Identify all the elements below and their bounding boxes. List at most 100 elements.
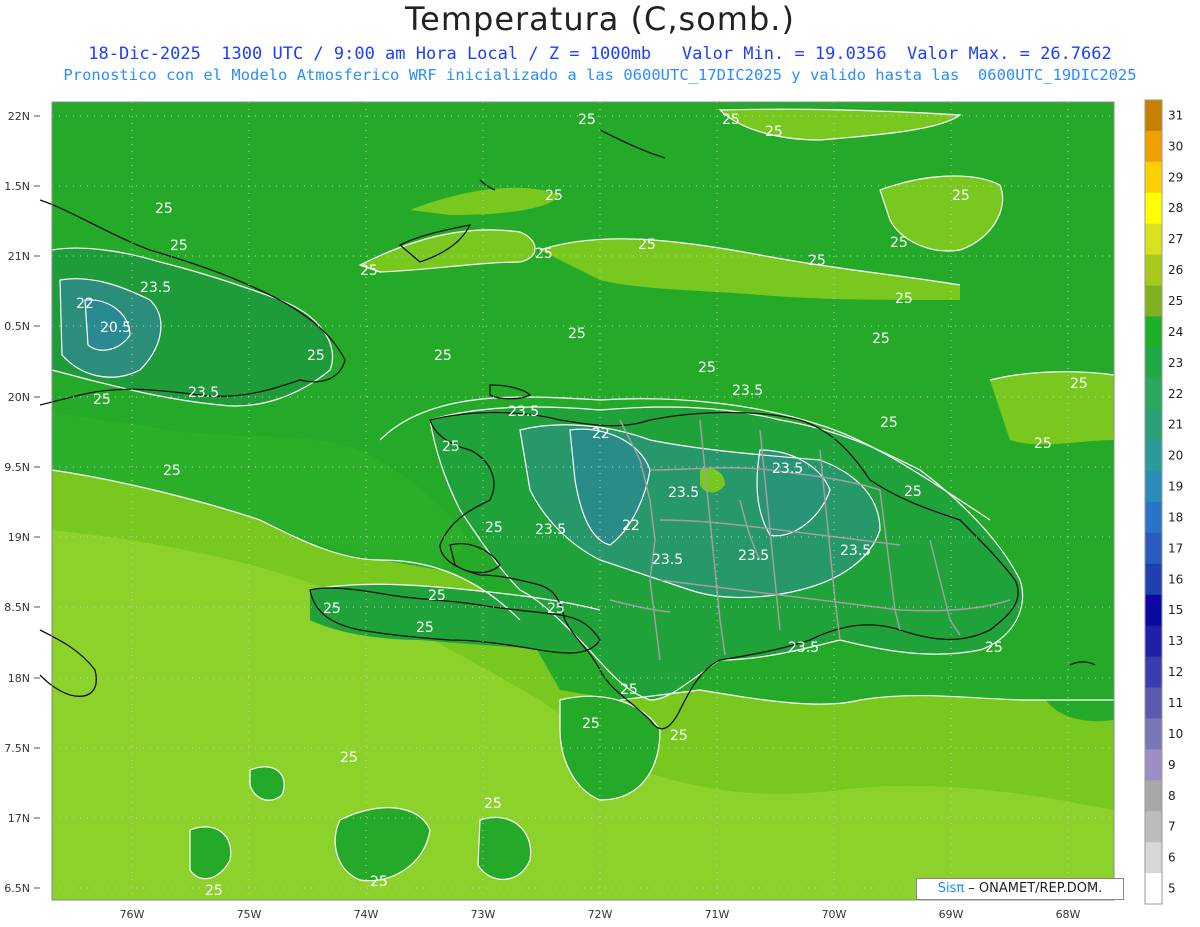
colorbar-swatch [1145,656,1162,688]
contour-label: 23.5 [535,522,566,538]
contour-label: 25 [904,484,922,500]
credit-org: – ONAMET/REP.DOM. [964,881,1103,896]
contour-label: 23.5 [188,385,219,401]
contour-label: 25 [985,640,1003,656]
colorbar-label: 21 [1168,418,1183,432]
colorbar-swatch [1145,409,1162,441]
contour-label: 20.5 [100,320,131,336]
colorbar-label: 5 [1168,882,1176,896]
colorbar-label: 13 [1168,634,1183,648]
longitude-axis: 76W 75W 74W 73W 72W 71W 70W 69W 68W [120,908,1081,921]
colorbar-swatch [1145,378,1162,410]
contour-label: 25 [485,520,503,536]
contour-label: 23.5 [732,383,763,399]
contour-label: 23.5 [788,640,819,656]
contour-label: 25 [880,415,898,431]
contour-label: 25 [155,201,173,217]
contour-label: 25 [547,601,565,617]
latitude-ticks [34,115,40,889]
lon-label: 76W [120,908,145,921]
contour-label: 25 [952,188,970,204]
colorbar-swatch [1145,594,1162,627]
contour-label: 23.5 [508,404,539,420]
contour-label: 25 [545,188,563,204]
colorbar-label: 27 [1168,232,1183,246]
lon-label: 73W [471,908,496,921]
lat-label: 20N [8,391,30,404]
contour-label: 25 [582,716,600,732]
colorbar-swatch [1145,254,1162,286]
colorbar-swatch [1145,718,1162,750]
colorbar-label: 16 [1168,572,1183,586]
colorbar-swatch [1145,873,1162,905]
contour-label: 22 [622,518,640,534]
colorbar-label: 23 [1168,356,1183,370]
colorbar-label: 9 [1168,758,1176,772]
colorbar-swatch [1145,749,1162,781]
contour-label: 25 [163,463,181,479]
colorbar-swatch [1145,223,1162,256]
contour-label: 25 [484,796,502,812]
colorbar-label: 17 [1168,541,1183,555]
colorbar-label: 18 [1168,511,1183,525]
lat-label: 9.5N [4,461,30,474]
lon-label: 71W [705,908,730,921]
lon-label: 70W [822,908,847,921]
map-field [52,102,1114,900]
colorbar-swatch [1145,316,1162,348]
colorbar-swatch [1145,192,1162,225]
contour-label: 25 [568,326,586,342]
colorbar-label: 28 [1168,201,1183,215]
colorbar-label: 22 [1168,387,1183,401]
colorbar-label: 12 [1168,665,1183,679]
contour-label: 23.5 [772,461,803,477]
lat-label: 6.5N [4,882,30,895]
colorbar-swatch [1145,842,1162,874]
colorbar-label: 10 [1168,727,1183,741]
contour-label: 25 [93,392,111,408]
colorbar-label: 11 [1168,696,1183,710]
contour-label: 25 [722,112,740,128]
lon-label: 72W [588,908,613,921]
lat-label: 21N [8,250,30,263]
contour-label: 25 [872,331,890,347]
temperature-map: 25 25 25 25 25 25 25 25 25 25 25 25 23.5… [4,99,1183,921]
colorbar-swatch [1145,532,1162,565]
colorbar-swatch [1145,130,1162,163]
lat-label: 19N [8,531,30,544]
contour-label: 25 [434,348,452,364]
colorbar-swatch [1145,811,1162,843]
contour-label: 25 [890,235,908,251]
colorbar-label: 31 [1168,109,1183,123]
lat-label: 8.5N [4,601,30,614]
colorbar-swatch [1145,471,1162,503]
contour-label: 25 [1034,436,1052,452]
credit-box: Sisπ – ONAMET/REP.DOM. [916,878,1124,900]
lon-label: 68W [1056,908,1081,921]
colorbar-swatch [1145,347,1162,379]
colorbar-label: 15 [1168,603,1183,617]
contour-label: 25 [895,291,913,307]
contour-label: 23.5 [840,543,871,559]
colorbar-swatch [1145,100,1162,132]
lon-label: 74W [354,908,379,921]
colorbar-label: 6 [1168,851,1176,865]
contour-label: 25 [360,263,378,279]
colorbar-swatch [1145,161,1162,194]
lat-label: 17N [8,812,30,825]
contour-label: 25 [170,238,188,254]
lat-label: 7.5N [4,742,30,755]
colorbar-swatch [1145,563,1162,596]
colorbar-label: 24 [1168,325,1183,339]
colorbar-label: 29 [1168,170,1183,184]
lon-label: 69W [939,908,964,921]
colorbar-label: 26 [1168,263,1183,277]
lon-label: 75W [237,908,262,921]
color-scale-bar: 31 30 29 28 27 26 25 24 23 22 21 20 19 18 17 16 15 13 12 11… [1144,99,1183,905]
contour-label: 25 [638,237,656,253]
colorbar-label: 7 [1168,820,1176,834]
contour-label: 25 [416,620,434,636]
contour-label: 25 [323,601,341,617]
contour-label: 23.5 [140,280,171,296]
colorbar-label: 30 [1168,139,1183,153]
